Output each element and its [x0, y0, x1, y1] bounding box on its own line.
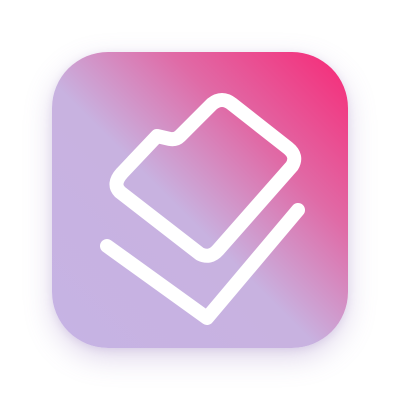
app-icon[interactable]	[52, 52, 348, 348]
folders-stack-icon	[100, 93, 305, 325]
folder-outline	[109, 93, 302, 263]
stack-chevron	[100, 203, 305, 325]
icon-stage	[0, 0, 400, 400]
